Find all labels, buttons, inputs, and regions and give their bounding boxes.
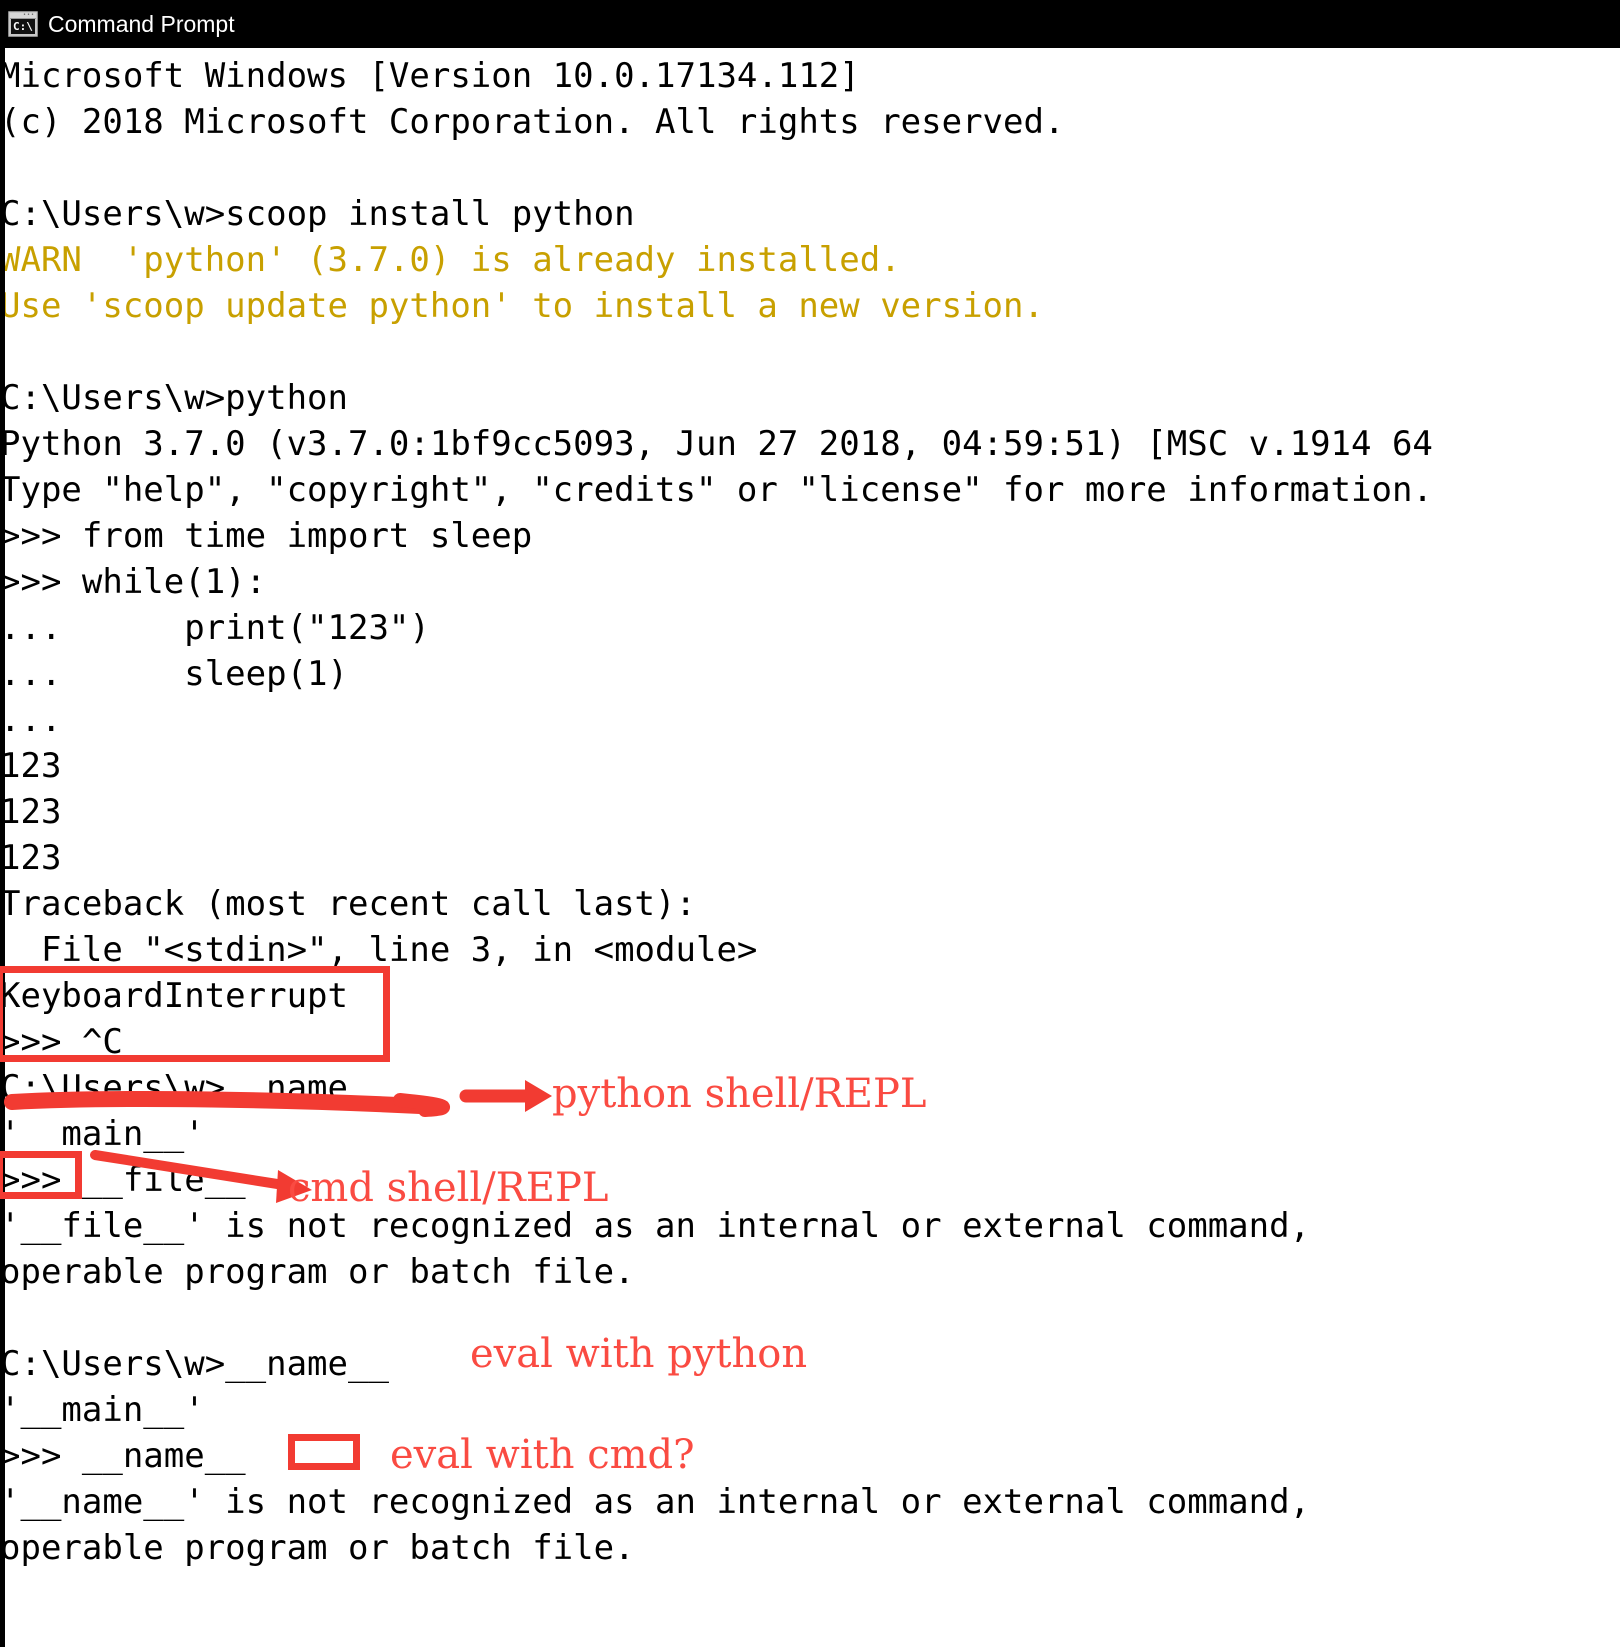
console-line: Python 3.7.0 (v3.7.0:1bf9cc5093, Jun 27 …	[0, 424, 1433, 464]
window-titlebar: ••• C:\. Command Prompt	[0, 0, 1620, 48]
console-line: Use 'scoop update python' to install a n…	[0, 286, 1044, 326]
console-line: '__file__' is not recognized as an inter…	[0, 1206, 1311, 1246]
console-line: >>> ^C	[0, 1022, 123, 1062]
console-line: 123	[0, 746, 62, 786]
console-line: '__main__'	[0, 1390, 205, 1430]
console-line: operable program or batch file.	[0, 1528, 635, 1568]
icon-screen-text: C:\.	[11, 19, 35, 34]
window-left-border	[0, 48, 5, 1647]
console-line: '__main__'	[0, 1114, 205, 1154]
console-line-list: Microsoft Windows [Version 10.0.17134.11…	[0, 53, 1620, 1571]
console-line: Type "help", "copyright", "credits" or "…	[0, 470, 1433, 510]
console-line: 123	[0, 838, 62, 878]
window-title: Command Prompt	[48, 11, 235, 37]
console-line: C:\Users\w>__name__	[0, 1068, 389, 1108]
command-prompt-window: ••• C:\. Command Prompt Microsoft Window…	[0, 0, 1620, 1647]
console-line: ... sleep(1)	[0, 654, 348, 694]
console-line: >>> while(1):	[0, 562, 267, 602]
console-line: Microsoft Windows [Version 10.0.17134.11…	[0, 56, 860, 96]
console-line: C:\Users\w>__name__	[0, 1344, 389, 1384]
command-prompt-icon: ••• C:\.	[8, 11, 38, 37]
console-line: ... print("123")	[0, 608, 430, 648]
console-line: C:\Users\w>scoop install python	[0, 194, 635, 234]
console-line: >>> __name__	[0, 1436, 246, 1476]
console-line: Traceback (most recent call last):	[0, 884, 696, 924]
console-line: >>> from time import sleep	[0, 516, 533, 556]
console-line: WARN 'python' (3.7.0) is already install…	[0, 240, 901, 280]
console-output-area[interactable]: Microsoft Windows [Version 10.0.17134.11…	[0, 48, 1620, 1647]
console-line: (c) 2018 Microsoft Corporation. All righ…	[0, 102, 1065, 142]
icon-dots: •••	[22, 12, 35, 18]
console-line: 123	[0, 792, 62, 832]
console-line: '__name__' is not recognized as an inter…	[0, 1482, 1311, 1522]
console-line: File "<stdin>", line 3, in <module>	[0, 930, 758, 970]
console-line: >>> __file__	[0, 1160, 246, 1200]
console-line: ...	[0, 700, 62, 740]
console-line: C:\Users\w>python	[0, 378, 348, 418]
console-line: KeyboardInterrupt	[0, 976, 348, 1016]
console-line: operable program or batch file.	[0, 1252, 635, 1292]
